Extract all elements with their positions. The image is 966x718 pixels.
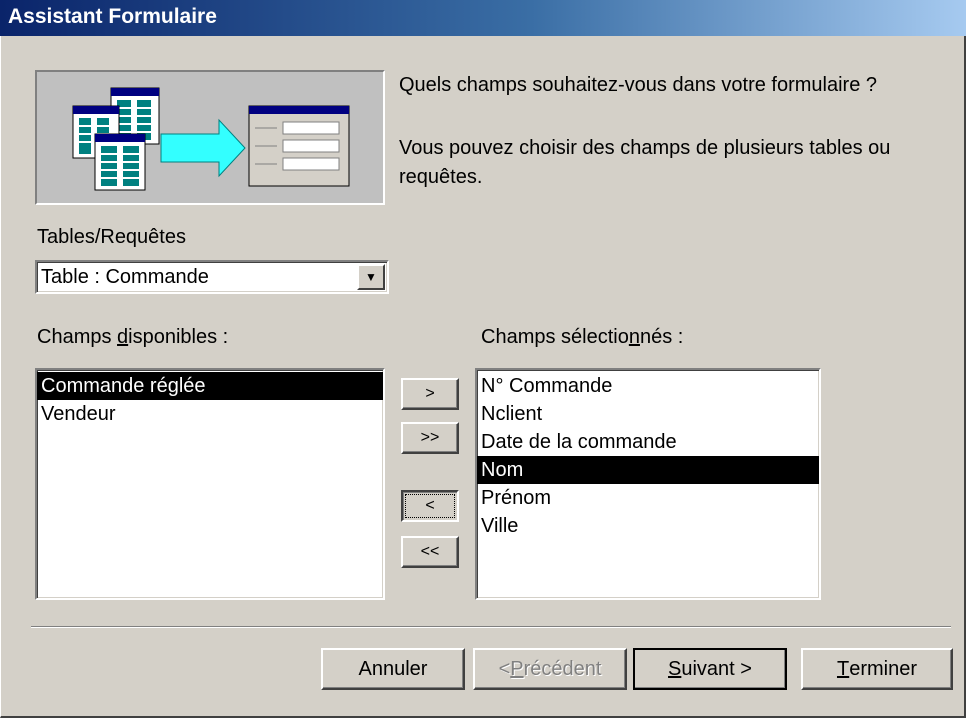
list-item[interactable]: Nom	[477, 456, 819, 484]
cancel-button[interactable]: Annuler	[321, 648, 465, 690]
list-item[interactable]: N° Commande	[477, 372, 819, 400]
add-all-fields-button[interactable]: >>	[401, 422, 459, 454]
dropdown-arrow-icon[interactable]: ▼	[357, 264, 385, 290]
wizard-question: Quels champs souhaitez-vous dans votre f…	[399, 74, 878, 96]
list-item[interactable]: Date de la commande	[477, 428, 819, 456]
list-item[interactable]: Commande réglée	[37, 372, 383, 400]
available-fields-label: Champs disponibles :	[37, 326, 229, 348]
selected-fields-label: Champs sélectionnés :	[481, 326, 684, 348]
next-button[interactable]: Suivant >	[633, 648, 787, 690]
previous-button[interactable]: < Précédent	[473, 648, 627, 690]
form-wizard-dialog: Quels champs souhaitez-vous dans votre f…	[0, 36, 966, 718]
wizard-hint: Vous pouvez choisir des champs de plusie…	[399, 137, 891, 188]
tables-queries-combo[interactable]: Table : Commande ▼	[35, 260, 389, 294]
list-item[interactable]: Ville	[477, 512, 819, 540]
footer-divider	[31, 626, 951, 628]
tables-queries-value: Table : Commande	[41, 266, 209, 288]
list-item[interactable]: Nclient	[477, 400, 819, 428]
tables-queries-label: Tables/Requêtes	[37, 226, 186, 248]
window-title: Assistant Formulaire	[8, 5, 217, 28]
selected-fields-list[interactable]: N° Commande Nclient Date de la commande Nom…	[475, 368, 821, 600]
remove-field-button[interactable]: <	[401, 490, 459, 522]
tables-to-form-icon	[72, 87, 350, 191]
list-item[interactable]: Vendeur	[37, 400, 383, 428]
add-field-button[interactable]: >	[401, 378, 459, 410]
remove-all-fields-button[interactable]: <<	[401, 536, 459, 568]
finish-button[interactable]: Terminer	[801, 648, 953, 690]
wizard-illustration	[35, 70, 385, 205]
list-item[interactable]: Prénom	[477, 484, 819, 512]
available-fields-list[interactable]: Commande réglée Vendeur	[35, 368, 385, 600]
window-title-bar[interactable]: Assistant Formulaire	[0, 0, 966, 36]
